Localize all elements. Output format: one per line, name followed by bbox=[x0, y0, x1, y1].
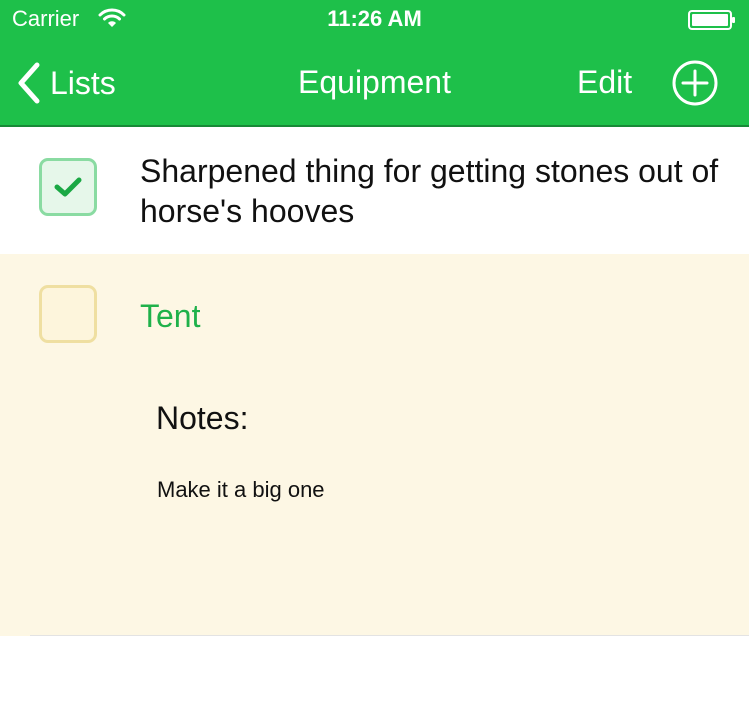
notes-text[interactable]: Make it a big one bbox=[157, 477, 325, 503]
list-item[interactable]: Sharpened thing for getting stones out o… bbox=[0, 127, 749, 254]
nav-bar: Lists Equipment Edit bbox=[0, 50, 749, 116]
plus-circle-icon[interactable] bbox=[671, 59, 719, 107]
status-time: 11:26 AM bbox=[327, 6, 422, 31]
page-title: Equipment bbox=[298, 64, 451, 100]
item-label: Sharpened thing for getting stones out o… bbox=[140, 153, 719, 229]
battery-icon bbox=[688, 10, 735, 30]
item-list: Sharpened thing for getting stones out o… bbox=[0, 127, 749, 636]
edit-button[interactable]: Edit bbox=[577, 64, 632, 101]
item-label: Tent bbox=[140, 298, 201, 334]
navigation-header: Carrier 11:26 AM Lists Equipment Edit bbox=[0, 0, 749, 127]
item-checkbox-unchecked[interactable] bbox=[39, 285, 97, 343]
notes-heading: Notes: bbox=[156, 400, 249, 436]
row-separator bbox=[30, 635, 749, 636]
checkmark-icon bbox=[54, 177, 82, 197]
status-bar: Carrier 11:26 AM bbox=[0, 0, 749, 40]
list-item-expanded[interactable]: Tent Notes: Make it a big one bbox=[0, 254, 749, 636]
item-checkbox-checked[interactable] bbox=[39, 158, 97, 216]
